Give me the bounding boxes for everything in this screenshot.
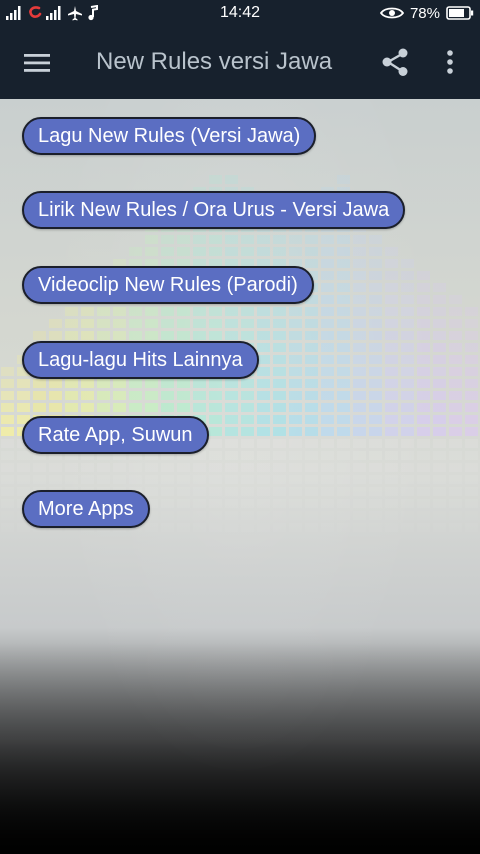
menu-button-videoclip[interactable]: Videoclip New Rules (Parodi) — [22, 266, 314, 304]
app-bar: New Rules versi Jawa — [0, 26, 480, 99]
battery-percent: 78% — [409, 4, 440, 22]
more-options-button[interactable] — [440, 46, 460, 78]
hamburger-menu-button[interactable] — [22, 48, 52, 78]
share-icon — [382, 48, 408, 76]
share-button[interactable] — [380, 46, 410, 78]
main-content: Lagu New Rules (Versi Jawa) Lirik New Ru… — [0, 99, 480, 854]
battery-icon — [446, 6, 474, 20]
menu-button-lirik-new-rules[interactable]: Lirik New Rules / Ora Urus - Versi Jawa — [22, 191, 406, 229]
status-icons-right: 78% — [379, 3, 474, 23]
hamburger-menu-icon — [24, 54, 50, 72]
eye-icon — [379, 7, 404, 19]
status-bar: 14:42 78% — [0, 0, 480, 26]
menu-button-more-apps[interactable]: More Apps — [22, 490, 150, 528]
menu-button-lagu-hits[interactable]: Lagu-lagu Hits Lainnya — [22, 341, 259, 379]
more-vert-icon — [447, 50, 453, 74]
menu-button-rate-app[interactable]: Rate App, Suwun — [22, 416, 209, 454]
page-title: New Rules versi Jawa — [96, 48, 333, 75]
menu-button-lagu-new-rules[interactable]: Lagu New Rules (Versi Jawa) — [22, 117, 317, 155]
